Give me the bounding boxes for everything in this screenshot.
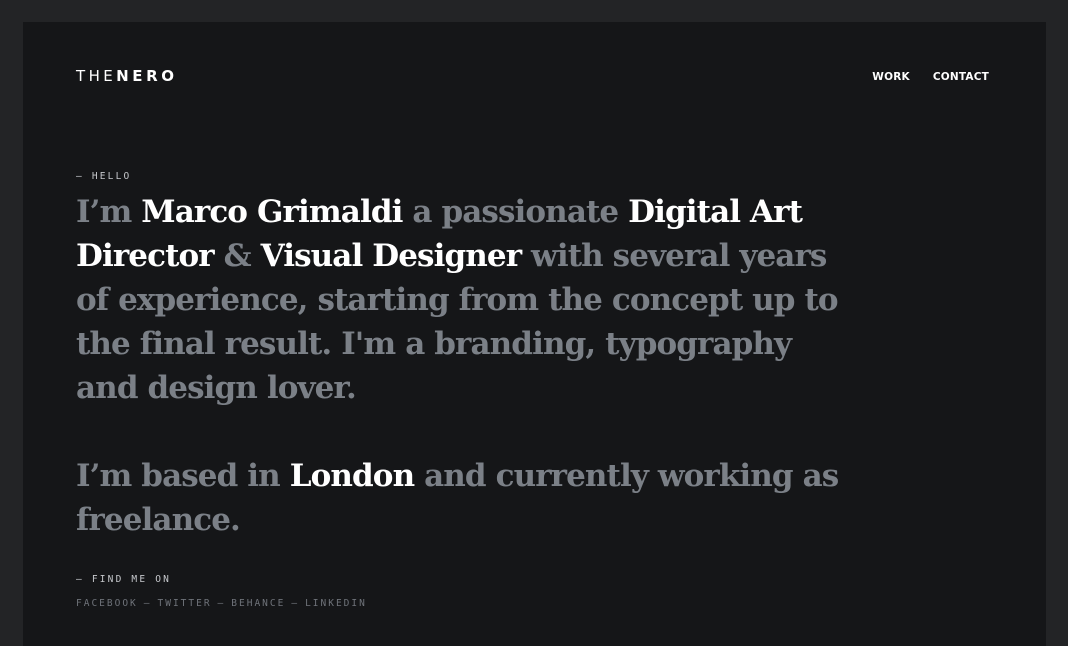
social-separator: — — [143, 598, 152, 609]
find-me-label: — FIND ME ON — [76, 574, 172, 585]
hello-label: — HELLO — [76, 171, 132, 182]
logo-text-light: THE — [76, 67, 117, 85]
intro-text: I’m Marco Grimaldi a passionate Digital … — [76, 190, 856, 542]
social-separator: — — [291, 598, 300, 609]
role-visual-designer: Visual Designer — [260, 238, 522, 274]
twitter-link[interactable]: TWITTER — [158, 598, 212, 609]
social-separator: — — [217, 598, 226, 609]
site-logo[interactable]: THENERO — [76, 67, 178, 85]
intro-paragraph-location: I’m based in London and currently workin… — [76, 454, 856, 542]
linkedin-link[interactable]: LINKEDIN — [305, 598, 367, 609]
intro-text-segment: I’m based in — [76, 458, 290, 494]
intro-paragraph-bio: I’m Marco Grimaldi a passionate Digital … — [76, 190, 856, 410]
main-nav: WORK CONTACT — [872, 70, 989, 84]
ampersand: & — [213, 238, 261, 274]
behance-link[interactable]: BEHANCE — [231, 598, 285, 609]
social-links: FACEBOOK — TWITTER — BEHANCE — LINKEDIN — [76, 598, 367, 610]
nav-work-link[interactable]: WORK — [872, 70, 910, 84]
facebook-link[interactable]: FACEBOOK — [76, 598, 138, 609]
nav-contact-link[interactable]: CONTACT — [933, 70, 989, 84]
city-name: London — [289, 458, 415, 494]
intro-text-segment: a passionate — [402, 194, 629, 230]
logo-text-bold: NERO — [116, 67, 178, 85]
author-name: Marco Grimaldi — [141, 194, 403, 230]
page-frame: THENERO WORK CONTACT — HELLO I’m Marco G… — [23, 22, 1046, 646]
intro-text-segment: I’m — [76, 194, 142, 230]
